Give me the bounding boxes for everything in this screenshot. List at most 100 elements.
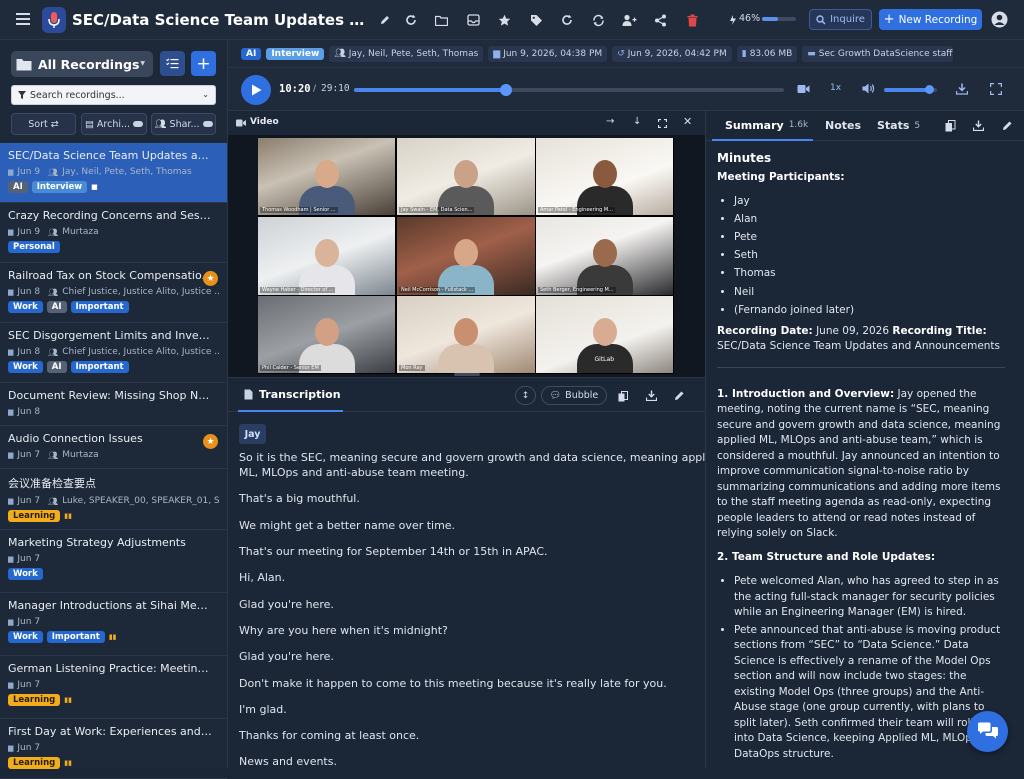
recording-list-item[interactable]: SEC Disgorgement Limits and Investor... ▆… bbox=[0, 323, 227, 383]
edit-icon[interactable] bbox=[375, 10, 395, 30]
tab-transcription[interactable]: Transcription bbox=[238, 378, 343, 412]
recording-list-item[interactable]: Crazy Recording Concerns and Session... ▆… bbox=[0, 203, 227, 263]
star-icon[interactable]: ★ bbox=[203, 271, 218, 286]
recording-list-item[interactable]: SEC/Data Science Team Updates and A... ▆ J… bbox=[0, 143, 227, 203]
auto-scroll-button[interactable]: ↕ bbox=[515, 386, 536, 405]
participant-video-tile[interactable]: Neil McCorrison - Fullstack ... bbox=[397, 217, 535, 295]
tag-personal[interactable]: Personal bbox=[8, 241, 60, 253]
transcript-line[interactable]: That's our meeting for September 14th or… bbox=[239, 545, 548, 558]
close-icon[interactable]: ✕ bbox=[683, 115, 692, 128]
tab-summary[interactable]: Summary 1.6k bbox=[712, 111, 813, 141]
recording-list-item[interactable]: Document Review: Missing Shop Numb... ▆ Ju… bbox=[0, 383, 227, 426]
tag-learning[interactable]: Learning bbox=[8, 757, 61, 769]
share-icon[interactable] bbox=[650, 10, 670, 30]
edit-icon[interactable] bbox=[1002, 120, 1013, 131]
tag-work[interactable]: Work bbox=[8, 568, 43, 580]
transcript-line[interactable]: I'm glad. bbox=[239, 703, 287, 716]
transcript-line[interactable]: So it is the SEC, meaning secure and gov… bbox=[239, 451, 722, 464]
tab-notes[interactable]: Notes bbox=[825, 119, 861, 132]
tag-icon[interactable] bbox=[526, 10, 546, 30]
copy-icon[interactable] bbox=[945, 120, 956, 132]
add-button[interactable]: + bbox=[191, 51, 216, 76]
sort-button[interactable]: Sort ⇄ bbox=[11, 113, 76, 135]
participant-video-tile[interactable]: Amar Patel - Engineering M... bbox=[536, 138, 673, 215]
transcript-line[interactable]: Why are you here when it's midnight? bbox=[239, 624, 448, 637]
recording-list-item[interactable]: 会议准备检查要点 ▆ Jun 7 👥︎ Luke, SPEAKER_00, SPEAKE… bbox=[0, 469, 227, 530]
recording-list-item[interactable]: Railroad Tax on Stock Compensatio... ▆ Jun… bbox=[0, 263, 227, 323]
tag-ai[interactable]: AI bbox=[46, 361, 67, 373]
tag-ai[interactable]: AI bbox=[46, 301, 67, 313]
seek-bar[interactable] bbox=[354, 84, 784, 96]
participant-video-tile[interactable]: Phil Calder - Senior EM bbox=[258, 296, 395, 373]
tag-important[interactable]: Important bbox=[70, 301, 129, 313]
inquire-button[interactable]: Inquire bbox=[809, 9, 872, 30]
star-icon[interactable]: ★ bbox=[203, 434, 218, 449]
transcript-line[interactable]: Glad you're here. bbox=[239, 650, 334, 663]
tab-stats[interactable]: Stats 5 bbox=[877, 119, 920, 132]
transcript-line[interactable]: ML, MLOps and anti-abuse team meeting. bbox=[239, 466, 469, 479]
transcript-line[interactable]: We might get a better name over time. bbox=[239, 519, 455, 532]
participant-video-tile[interactable]: GitLab bbox=[536, 296, 673, 373]
participant-video-tile[interactable]: Thomas Woodham | Senior ... bbox=[258, 138, 395, 215]
video-frame[interactable]: Thomas Woodham | Senior ... Jay Swain - E… bbox=[258, 138, 674, 374]
tag-work[interactable]: Work bbox=[8, 631, 43, 643]
user-account-icon[interactable] bbox=[991, 11, 1008, 28]
transcript-line[interactable]: Hi, Alan. bbox=[239, 571, 285, 584]
chat-button[interactable] bbox=[967, 711, 1008, 752]
participant-video-tile[interactable]: Wayne Haber - Director of ... bbox=[258, 217, 395, 295]
redo-icon[interactable] bbox=[557, 10, 577, 30]
new-recording-button[interactable]: + New Recording bbox=[879, 9, 982, 30]
fullscreen-icon[interactable] bbox=[658, 119, 667, 128]
participants-chip[interactable]: 👥︎ Jay, Neil, Pete, Seth, Thomas bbox=[329, 45, 484, 62]
download-icon[interactable] bbox=[646, 390, 657, 401]
video-camera-icon[interactable] bbox=[797, 84, 810, 94]
folder-chip[interactable]: ▬Sec Growth DataScience staff m... bbox=[802, 45, 954, 62]
tag-learning[interactable]: Learning bbox=[8, 694, 61, 706]
tag-work[interactable]: Work bbox=[8, 301, 43, 313]
hamburger-menu-icon[interactable] bbox=[14, 10, 32, 28]
select-mode-button[interactable] bbox=[160, 51, 185, 76]
expand-icon[interactable] bbox=[990, 83, 1002, 95]
bubble-view-button[interactable]: 💬︎ Bubble bbox=[541, 386, 607, 405]
transcript-line[interactable]: Glad you're here. bbox=[239, 598, 334, 611]
playback-speed-button[interactable]: 1x bbox=[830, 83, 841, 93]
search-recordings-input[interactable]: Search recordings... ⌄ bbox=[11, 85, 216, 105]
star-icon[interactable] bbox=[494, 10, 514, 30]
refresh-icon[interactable] bbox=[401, 10, 421, 30]
all-recordings-dropdown[interactable]: All Recordings ▼ bbox=[11, 51, 153, 77]
recording-list-item[interactable]: German Listening Practice: Meeting Ne...… bbox=[0, 656, 227, 719]
copy-icon[interactable] bbox=[618, 391, 628, 402]
resize-handle[interactable] bbox=[454, 373, 480, 376]
transcript-line[interactable]: Thanks for coming at least once. bbox=[239, 729, 419, 742]
inbox-icon[interactable] bbox=[463, 10, 483, 30]
participant-video-tile[interactable]: Mon Ray bbox=[397, 296, 535, 373]
add-user-icon[interactable] bbox=[619, 10, 639, 30]
recording-list-item[interactable]: First Day at Work: Experiences and Ch...… bbox=[0, 719, 227, 779]
download-icon[interactable] bbox=[973, 120, 984, 131]
sync-icon[interactable] bbox=[588, 10, 608, 30]
arrow-right-icon[interactable]: → bbox=[606, 116, 614, 127]
speaker-label[interactable]: Jay bbox=[239, 424, 266, 444]
archive-toggle[interactable]: ▤ Archi... bbox=[81, 113, 147, 135]
edit-icon[interactable] bbox=[674, 390, 685, 401]
participant-video-tile[interactable]: Jay Swain - EM, Data Scien... bbox=[397, 138, 535, 215]
recording-list-item[interactable]: Audio Connection Issues ▆ Jun 7 👥︎ Murtaza ★ bbox=[0, 426, 227, 469]
tag-work[interactable]: Work bbox=[8, 361, 43, 373]
tag-learning[interactable]: Learning bbox=[8, 510, 61, 522]
arrow-down-icon[interactable]: ↓ bbox=[633, 116, 641, 127]
folder-icon[interactable] bbox=[431, 10, 451, 30]
volume-slider[interactable] bbox=[884, 85, 937, 94]
tag-ai[interactable]: AI bbox=[8, 181, 28, 193]
tag-important[interactable]: Important bbox=[46, 631, 105, 643]
recording-list-item[interactable]: Marketing Strategy Adjustments ▆ Jun 7 Work bbox=[0, 530, 227, 593]
play-button[interactable] bbox=[241, 75, 271, 105]
tag-important[interactable]: Important bbox=[70, 361, 129, 373]
transcript-line[interactable]: Don't make it happen to come to this mee… bbox=[239, 677, 667, 690]
seek-thumb[interactable] bbox=[500, 84, 513, 96]
transcript-line[interactable]: That's a big mouthful. bbox=[239, 492, 360, 505]
tag-interview[interactable]: Interview bbox=[31, 181, 88, 193]
transcript-line[interactable]: News and events. bbox=[239, 755, 337, 768]
shared-toggle[interactable]: 👥︎ Shar... bbox=[151, 113, 216, 135]
volume-icon[interactable] bbox=[862, 83, 875, 94]
recording-list-item[interactable]: Manager Introductions at Sihai Meeting ▆ J… bbox=[0, 593, 227, 656]
